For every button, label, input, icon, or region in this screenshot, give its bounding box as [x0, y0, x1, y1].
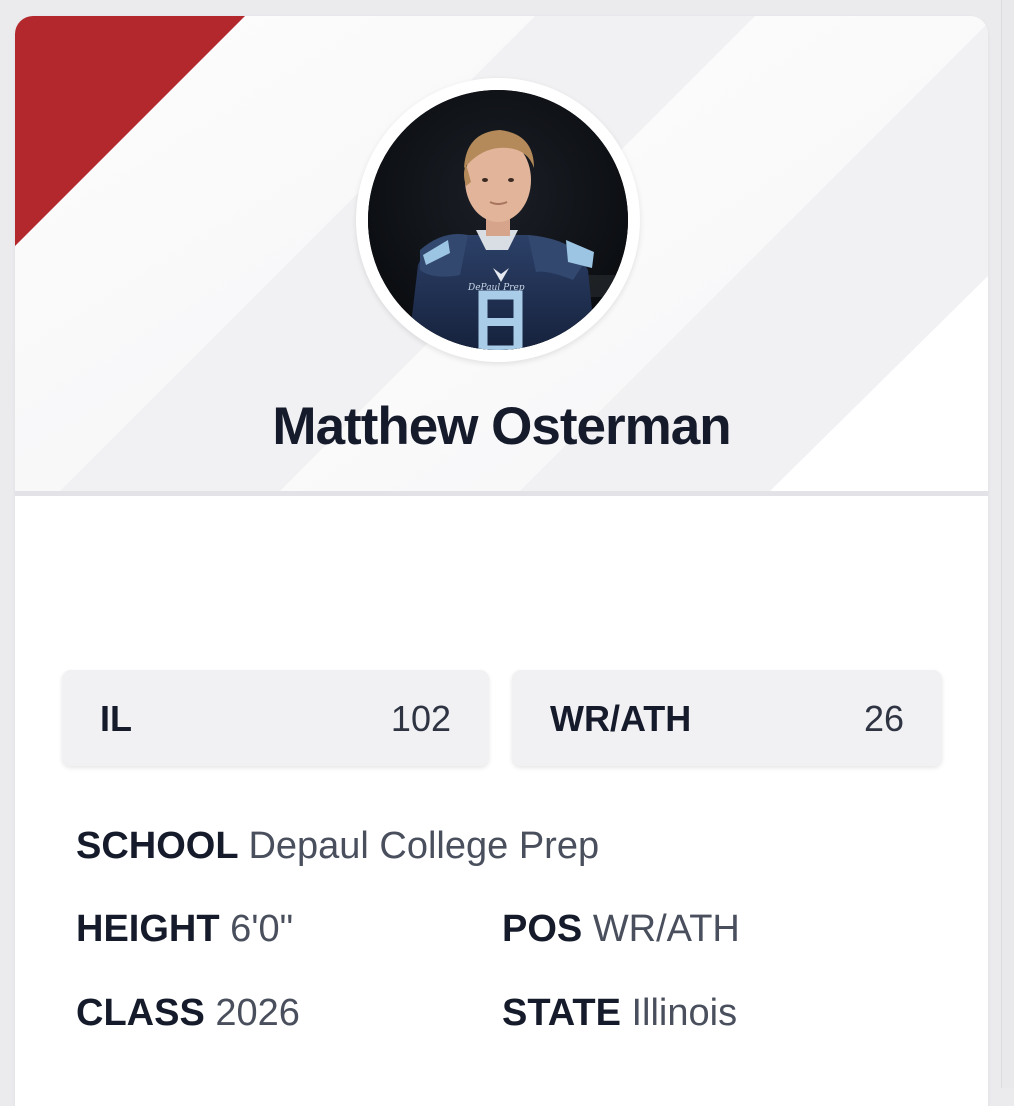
rank-state-value: 102	[390, 698, 451, 739]
school-row: SCHOOL Depaul College Prep	[76, 825, 599, 868]
height-row: HEIGHT 6'0"	[76, 908, 293, 951]
rank-state-label: IL	[100, 698, 132, 739]
rank-state[interactable]: IL 102	[62, 670, 489, 766]
avatar-ring: DePaul Prep	[356, 78, 640, 362]
player-profile-card: DePaul Prep Matthew Osterman IL 102 WR/A…	[15, 16, 988, 1106]
class-label: CLASS	[76, 992, 216, 1034]
school-label: SCHOOL	[76, 825, 249, 867]
rank-position[interactable]: WR/ATH 26	[512, 670, 942, 766]
player-photo-icon: DePaul Prep	[368, 90, 628, 350]
state-row: STATE Illinois	[502, 992, 737, 1035]
player-name: Matthew Osterman	[272, 397, 731, 456]
pos-label: POS	[502, 908, 593, 950]
school-value: Depaul College Prep	[248, 825, 600, 867]
height-label: HEIGHT	[76, 908, 231, 950]
class-value: 2026	[215, 992, 300, 1034]
state-value: Illinois	[631, 992, 738, 1034]
rank-position-label: WR/ATH	[550, 698, 692, 739]
scrollbar-track[interactable]	[1001, 0, 1014, 1088]
height-value: 6'0"	[230, 908, 294, 950]
pos-row: POS WR/ATH	[502, 908, 740, 951]
class-row: CLASS 2026	[76, 992, 300, 1035]
avatar[interactable]: DePaul Prep	[368, 90, 628, 350]
state-label: STATE	[502, 992, 632, 1034]
svg-text:DePaul Prep: DePaul Prep	[467, 283, 525, 293]
profile-header: DePaul Prep Matthew Osterman	[15, 16, 988, 496]
rank-position-value: 26	[863, 698, 904, 739]
pos-value: WR/ATH	[592, 908, 740, 950]
